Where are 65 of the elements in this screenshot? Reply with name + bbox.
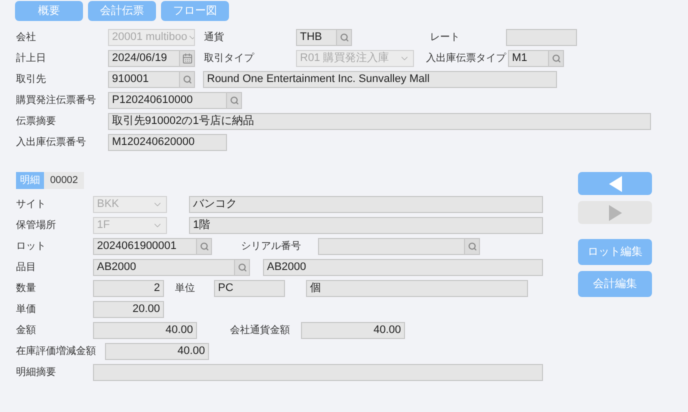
field-label: ロット xyxy=(16,240,47,254)
field-label: 通貨 xyxy=(204,30,225,45)
number-field[interactable]: 40.00 xyxy=(105,343,209,360)
search-icon xyxy=(238,263,246,272)
lookup-field[interactable]: THB xyxy=(296,29,337,46)
field-label: サイト xyxy=(16,198,47,212)
search-button[interactable] xyxy=(235,259,250,276)
lookup-field[interactable]: 2024061900001 xyxy=(93,238,197,255)
right-triangle-icon xyxy=(608,204,622,220)
search-icon xyxy=(468,242,476,251)
number-field[interactable]: 40.00 xyxy=(93,322,197,339)
search-button[interactable] xyxy=(465,238,480,255)
calendar-button[interactable] xyxy=(180,50,195,67)
search-button[interactable] xyxy=(197,238,212,255)
search-icon xyxy=(552,54,560,63)
field-label: 計上日 xyxy=(16,52,47,66)
field-label: 在庫評価増減金額 xyxy=(16,344,97,359)
lookup-field[interactable]: AB2000 xyxy=(93,259,235,276)
number-field[interactable]: 40.00 xyxy=(301,322,405,339)
text-field[interactable]: バンコク xyxy=(189,196,543,213)
line-number: 00002 xyxy=(44,172,84,189)
field-label: 保管場所 xyxy=(16,218,57,233)
left-triangle-icon xyxy=(608,176,622,192)
field-label: 数量 xyxy=(16,282,37,296)
text-field[interactable]: 取引先910002の1号店に納品 xyxy=(108,113,651,130)
field-label: 金額 xyxy=(16,324,37,338)
text-field[interactable]: 個 xyxy=(306,280,528,297)
search-icon xyxy=(230,96,238,105)
field-label: 会社通貨金額 xyxy=(230,324,291,338)
field-label: 単価 xyxy=(16,303,37,317)
field-label: 入出庫伝票番号 xyxy=(16,136,87,150)
text-field[interactable]: PC xyxy=(214,280,285,297)
previous-button[interactable] xyxy=(578,172,652,195)
text-field[interactable]: AB2000 xyxy=(263,259,543,276)
field-label: 会社 xyxy=(16,30,37,45)
search-button[interactable] xyxy=(180,71,195,88)
lookup-field[interactable]: 910001 xyxy=(108,71,180,88)
field-label: レート xyxy=(430,31,461,45)
field-label: 取引先 xyxy=(16,72,47,87)
field-label: 伝票摘要 xyxy=(16,114,57,129)
search-icon xyxy=(340,33,348,42)
field-label: 単位 xyxy=(175,282,196,296)
field-label: 購買発注伝票番号 xyxy=(16,94,97,108)
number-field[interactable]: 2 xyxy=(93,280,164,297)
field-label: シリアル番号 xyxy=(241,240,302,254)
lookup-field[interactable]: M1 xyxy=(508,50,549,67)
number-field[interactable]: 20.00 xyxy=(93,301,164,318)
text-field[interactable]: Round One Entertainment Inc. Sunvalley Mall xyxy=(203,71,557,88)
field-label: 明細摘要 xyxy=(16,366,57,380)
text-field[interactable]: M120240620000 xyxy=(108,134,227,151)
field-label: 取引タイプ xyxy=(204,52,256,66)
field-label: 品目 xyxy=(16,261,37,275)
search-button[interactable] xyxy=(337,29,352,46)
search-icon xyxy=(200,242,208,251)
text-field[interactable] xyxy=(93,364,543,381)
search-button[interactable] xyxy=(549,50,564,67)
lookup-field[interactable]: P120240610000 xyxy=(108,92,227,109)
search-icon xyxy=(182,75,192,84)
search-button[interactable] xyxy=(227,92,242,109)
text-field[interactable] xyxy=(506,29,577,46)
date-field[interactable]: 2024/06/19 xyxy=(108,50,180,67)
calendar-icon xyxy=(182,53,192,64)
text-field[interactable]: 1階 xyxy=(189,217,543,234)
lookup-field[interactable] xyxy=(318,238,465,255)
field-label: 入出庫伝票タイプ xyxy=(426,52,508,66)
